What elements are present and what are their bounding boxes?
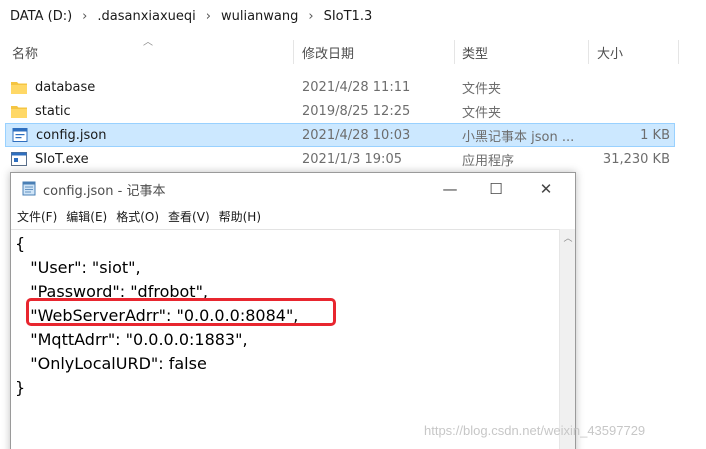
text-line: { xyxy=(15,234,26,253)
file-date: 2021/1/3 19:05 xyxy=(302,151,402,167)
file-row-static[interactable]: static 2019/8/25 12:25 文件夹 xyxy=(5,100,675,124)
json-file-icon xyxy=(12,128,28,142)
file-row-siot-exe[interactable]: SIoT.exe 2021/1/3 19:05 应用程序 31,230 KB xyxy=(5,148,675,172)
breadcrumb-folder-wulianwang[interactable]: wulianwang xyxy=(217,9,302,24)
notepad-menubar: 文件(F) 编辑(E) 格式(O) 查看(V) 帮助(H) xyxy=(11,205,575,227)
file-date: 2021/4/28 11:11 xyxy=(302,79,411,95)
screenshot-root: DATA (D:) › .dasanxiaxueqi › wulianwang … xyxy=(0,0,706,449)
file-size: 1 KB xyxy=(640,127,670,143)
file-name: database xyxy=(35,79,96,95)
breadcrumb-folder-dasanxiaxueqi[interactable]: .dasanxiaxueqi xyxy=(93,9,199,24)
file-type: 应用程序 xyxy=(462,153,515,169)
column-header-date[interactable]: 修改日期 xyxy=(302,38,354,66)
file-row-config-json[interactable]: config.json 2021/4/28 10:03 小黑记事本 json .… xyxy=(5,123,675,147)
file-date: 2021/4/28 10:03 xyxy=(302,127,411,143)
sort-ascending-icon: ︿ xyxy=(143,37,153,48)
minimize-icon: — xyxy=(442,179,458,198)
column-header-size[interactable]: 大小 xyxy=(597,38,623,66)
text-line: } xyxy=(15,378,26,397)
maximize-icon: ☐ xyxy=(489,179,503,198)
menu-view[interactable]: 查看(V) xyxy=(162,208,213,225)
file-name: config.json xyxy=(36,127,107,143)
file-size: 31,230 KB xyxy=(602,151,670,167)
minimize-button[interactable]: — xyxy=(427,173,473,204)
file-name: static xyxy=(35,103,71,119)
column-divider[interactable] xyxy=(678,40,679,64)
file-row-database[interactable]: database 2021/4/28 11:11 文件夹 xyxy=(5,76,675,100)
notepad-app-icon xyxy=(22,181,36,196)
close-button[interactable]: ✕ xyxy=(523,173,569,204)
menu-help[interactable]: 帮助(H) xyxy=(213,208,264,225)
breadcrumb-chevron-icon[interactable]: › xyxy=(200,9,217,24)
folder-icon xyxy=(11,106,27,118)
exe-file-icon xyxy=(11,152,27,166)
breadcrumb-chevron-icon[interactable]: › xyxy=(76,9,93,24)
column-header-name[interactable]: 名称 xyxy=(12,38,38,66)
notepad-title: config.json - 记事本 xyxy=(43,184,166,199)
menu-edit[interactable]: 编辑(E) xyxy=(60,208,110,225)
breadcrumb-drive[interactable]: DATA (D:) xyxy=(6,9,76,24)
file-name: SIoT.exe xyxy=(35,151,89,167)
file-type: 小黑记事本 json ... xyxy=(462,129,575,145)
menu-format[interactable]: 格式(O) xyxy=(110,208,162,225)
watermark-text: https://blog.csdn.net/weixin_43597729 xyxy=(424,423,646,438)
menu-file[interactable]: 文件(F) xyxy=(11,208,60,225)
column-header-type[interactable]: 类型 xyxy=(462,38,488,66)
breadcrumb-chevron-icon[interactable]: › xyxy=(302,9,319,24)
column-divider[interactable] xyxy=(588,40,589,64)
breadcrumb: DATA (D:) › .dasanxiaxueqi › wulianwang … xyxy=(0,0,706,32)
text-line: "MqttAdrr": "0.0.0.0:1883", xyxy=(15,330,248,349)
text-line: "User": "siot", xyxy=(15,258,141,277)
column-divider[interactable] xyxy=(293,40,294,64)
close-icon: ✕ xyxy=(539,179,553,198)
folder-icon xyxy=(11,82,27,94)
highlight-annotation xyxy=(26,298,336,326)
file-type: 文件夹 xyxy=(462,105,502,121)
maximize-button[interactable]: ☐ xyxy=(473,173,519,204)
column-divider[interactable] xyxy=(454,40,455,64)
file-date: 2019/8/25 12:25 xyxy=(302,103,411,119)
notepad-text-area[interactable]: { "User": "siot", "Password": "dfrobot",… xyxy=(11,229,559,449)
text-line: "OnlyLocalURD": false xyxy=(15,354,207,373)
notepad-titlebar[interactable]: config.json - 记事本 — ☐ ✕ xyxy=(11,173,575,204)
breadcrumb-folder-siot[interactable]: SIoT1.3 xyxy=(320,9,377,24)
vertical-scrollbar[interactable]: ︿ xyxy=(559,229,575,449)
file-type: 文件夹 xyxy=(462,81,502,97)
scroll-up-icon[interactable]: ︿ xyxy=(560,229,576,246)
